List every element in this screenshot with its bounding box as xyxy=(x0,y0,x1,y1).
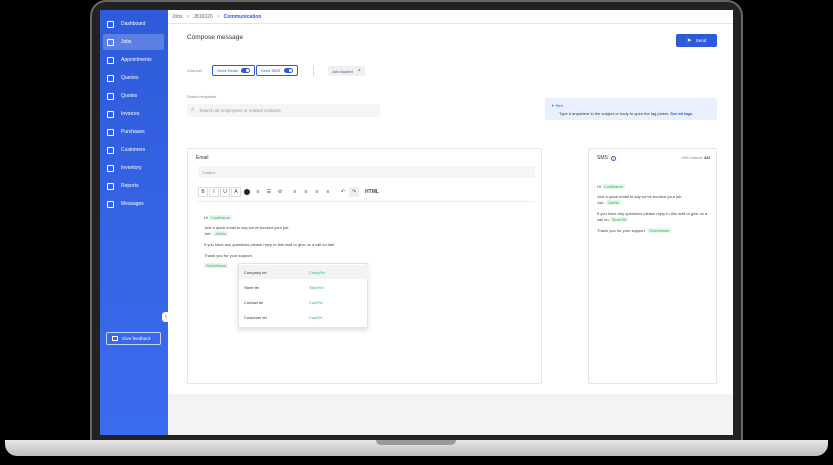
sidebar-item-quotes[interactable]: Quotes xyxy=(103,88,164,104)
sidebar-item-messages[interactable]: Messages xyxy=(103,196,164,212)
recipients-label: Select recipients xyxy=(187,94,217,99)
send-icon: ➤ xyxy=(686,38,692,44)
email-title: Email xyxy=(196,155,209,161)
box-icon xyxy=(107,164,114,172)
bold-button[interactable]: B xyxy=(198,186,208,197)
tag-option[interactable]: Store tel StoreTel xyxy=(239,280,369,294)
breadcrumb-separator: > xyxy=(216,13,220,20)
store-tel-tag: StoreTel xyxy=(609,216,629,222)
divider xyxy=(196,201,535,202)
job-no-tag: JobNo xyxy=(605,200,622,205)
sms-body-line: Just a quick email to say we've booked y… xyxy=(597,194,683,199)
jobs-icon xyxy=(107,38,114,46)
justify-button[interactable]: ≡ xyxy=(323,187,333,197)
report-icon xyxy=(107,182,114,190)
send-sms-toggle[interactable]: Send SMS xyxy=(256,65,299,76)
main-panel: Compose message ➤ Send Channel Send Email… xyxy=(168,24,733,394)
email-editor-card: Email Subject B I U A ≡ ☰ ⊘ ≡ ≡ ≡ ≡ ↶ ↷ … xyxy=(187,148,542,384)
sms-body-line: If you have any questions please reply t… xyxy=(597,211,708,222)
laptop-notch xyxy=(376,440,456,445)
sms-preview-card: SMS i SMS balance: 324 Hi CustName Just a… xyxy=(588,148,717,384)
quote-icon xyxy=(107,92,114,100)
editor-toolbar: B I U A ≡ ☰ ⊘ ≡ ≡ ≡ ≡ ↶ ↷ HTML xyxy=(198,186,381,197)
breadcrumb-separator: > xyxy=(186,13,190,20)
app-screen: Dashboard Jobs Appointments Queries Quot… xyxy=(100,10,733,435)
breadcrumb-current: Communication xyxy=(223,13,262,20)
align-left-button[interactable]: ≡ xyxy=(290,187,300,197)
close-icon[interactable]: × xyxy=(358,68,361,74)
email-body-line: Just a quick email to say we've booked y… xyxy=(204,225,290,230)
home-icon xyxy=(107,20,114,28)
message-icon xyxy=(107,200,114,208)
store-name-tag[interactable]: StoreName xyxy=(204,263,229,268)
purchase-icon xyxy=(107,128,114,136)
sidebar-item-inventory[interactable]: Inventory xyxy=(103,160,164,176)
tag-option[interactable]: Customer tel CustTel xyxy=(239,310,369,324)
sidebar-item-reports[interactable]: Reports xyxy=(103,178,164,194)
tag-picker-dropdown: Company tel CompTel Store tel StoreTel Con… xyxy=(238,263,369,328)
breadcrumb: Jobs > J810020 > Communication xyxy=(168,10,733,24)
sidebar-item-jobs[interactable]: Jobs xyxy=(103,34,164,50)
tag-option[interactable]: Company tel CompTel xyxy=(239,265,369,279)
email-body-greeting: Hi CustName xyxy=(204,215,232,220)
email-body-job: Job: JobNo xyxy=(204,231,229,236)
template-chip[interactable]: Job booked × xyxy=(328,66,365,76)
sms-balance: SMS balance: 324 xyxy=(681,156,710,160)
cust-name-tag[interactable]: CustName xyxy=(208,215,232,220)
user-icon xyxy=(107,146,114,154)
numbered-list-button[interactable]: ☰ xyxy=(264,187,274,197)
redo-button[interactable]: ↷ xyxy=(349,186,359,197)
align-right-button[interactable]: ≡ xyxy=(312,187,322,197)
tag-option[interactable]: Contact tel ContTel xyxy=(239,295,369,309)
sidebar-item-customers[interactable]: Customers xyxy=(103,142,164,158)
email-body-line: Thank you for your support, xyxy=(204,253,253,258)
send-button[interactable]: ➤ Send xyxy=(676,34,717,47)
job-no-tag[interactable]: JobNo xyxy=(212,231,229,236)
toggle-switch xyxy=(284,68,294,73)
info-icon[interactable]: i xyxy=(610,155,616,161)
sidebar-item-purchases[interactable]: Purchases xyxy=(103,124,164,140)
align-center-button[interactable]: ≡ xyxy=(301,187,311,197)
calendar-icon xyxy=(107,56,114,64)
feedback-icon xyxy=(112,336,118,341)
bullet-list-button[interactable]: ≡ xyxy=(253,187,263,197)
subject-input[interactable]: Subject xyxy=(198,166,535,178)
sms-body-line: Thank you for your support, StoreName xyxy=(597,228,672,233)
sidebar-item-queries[interactable]: Queries xyxy=(103,70,164,86)
sms-title: SMS i xyxy=(597,155,616,161)
chat-icon xyxy=(107,74,114,82)
channel-label: Channel xyxy=(187,68,202,73)
hint-alert: ✦ Hint Type # anywhere in the subject or… xyxy=(545,98,717,120)
sidebar-item-appointments[interactable]: Appointments xyxy=(103,52,164,68)
breadcrumb-job[interactable]: J810020 xyxy=(193,14,212,20)
italic-button[interactable]: I xyxy=(209,186,219,197)
store-name-tag: StoreName xyxy=(647,228,672,233)
email-body-line: If you have any questions please reply t… xyxy=(204,242,335,247)
search-icon: ⌕ xyxy=(191,107,195,113)
sidebar-item-invoices[interactable]: Invoices xyxy=(103,106,164,122)
divider xyxy=(313,65,314,76)
sms-body-job: Job: JobNo xyxy=(597,200,622,205)
hint-title: ✦ Hint xyxy=(551,103,563,108)
sidebar-item-dashboard[interactable]: Dashboard xyxy=(103,16,164,32)
send-email-toggle[interactable]: Send Email xyxy=(212,65,256,76)
invoice-icon xyxy=(107,110,114,118)
breadcrumb-jobs[interactable]: Jobs xyxy=(172,14,183,20)
sms-greeting: Hi CustName xyxy=(597,184,625,189)
undo-button[interactable]: ↶ xyxy=(338,187,348,197)
font-color-button[interactable]: A xyxy=(231,186,241,197)
cust-name-tag: CustName xyxy=(601,184,625,189)
toggle-switch xyxy=(241,68,251,73)
html-button[interactable]: HTML xyxy=(364,187,380,197)
see-all-tags-link[interactable]: See all tags xyxy=(670,111,692,116)
recipients-search-input[interactable]: ⌕ Search all employees or related contact… xyxy=(187,104,380,117)
clear-format-button[interactable]: ⊘ xyxy=(275,187,285,197)
underline-button[interactable]: U xyxy=(220,186,230,197)
sidebar: Dashboard Jobs Appointments Queries Quot… xyxy=(100,10,168,435)
color-picker-button[interactable] xyxy=(242,187,252,197)
hint-text: Type # anywhere in the subject or body t… xyxy=(559,111,693,116)
give-feedback-button[interactable]: Give feedback xyxy=(106,332,161,345)
email-body-store: StoreName xyxy=(204,263,229,268)
page-title: Compose message xyxy=(187,34,243,41)
